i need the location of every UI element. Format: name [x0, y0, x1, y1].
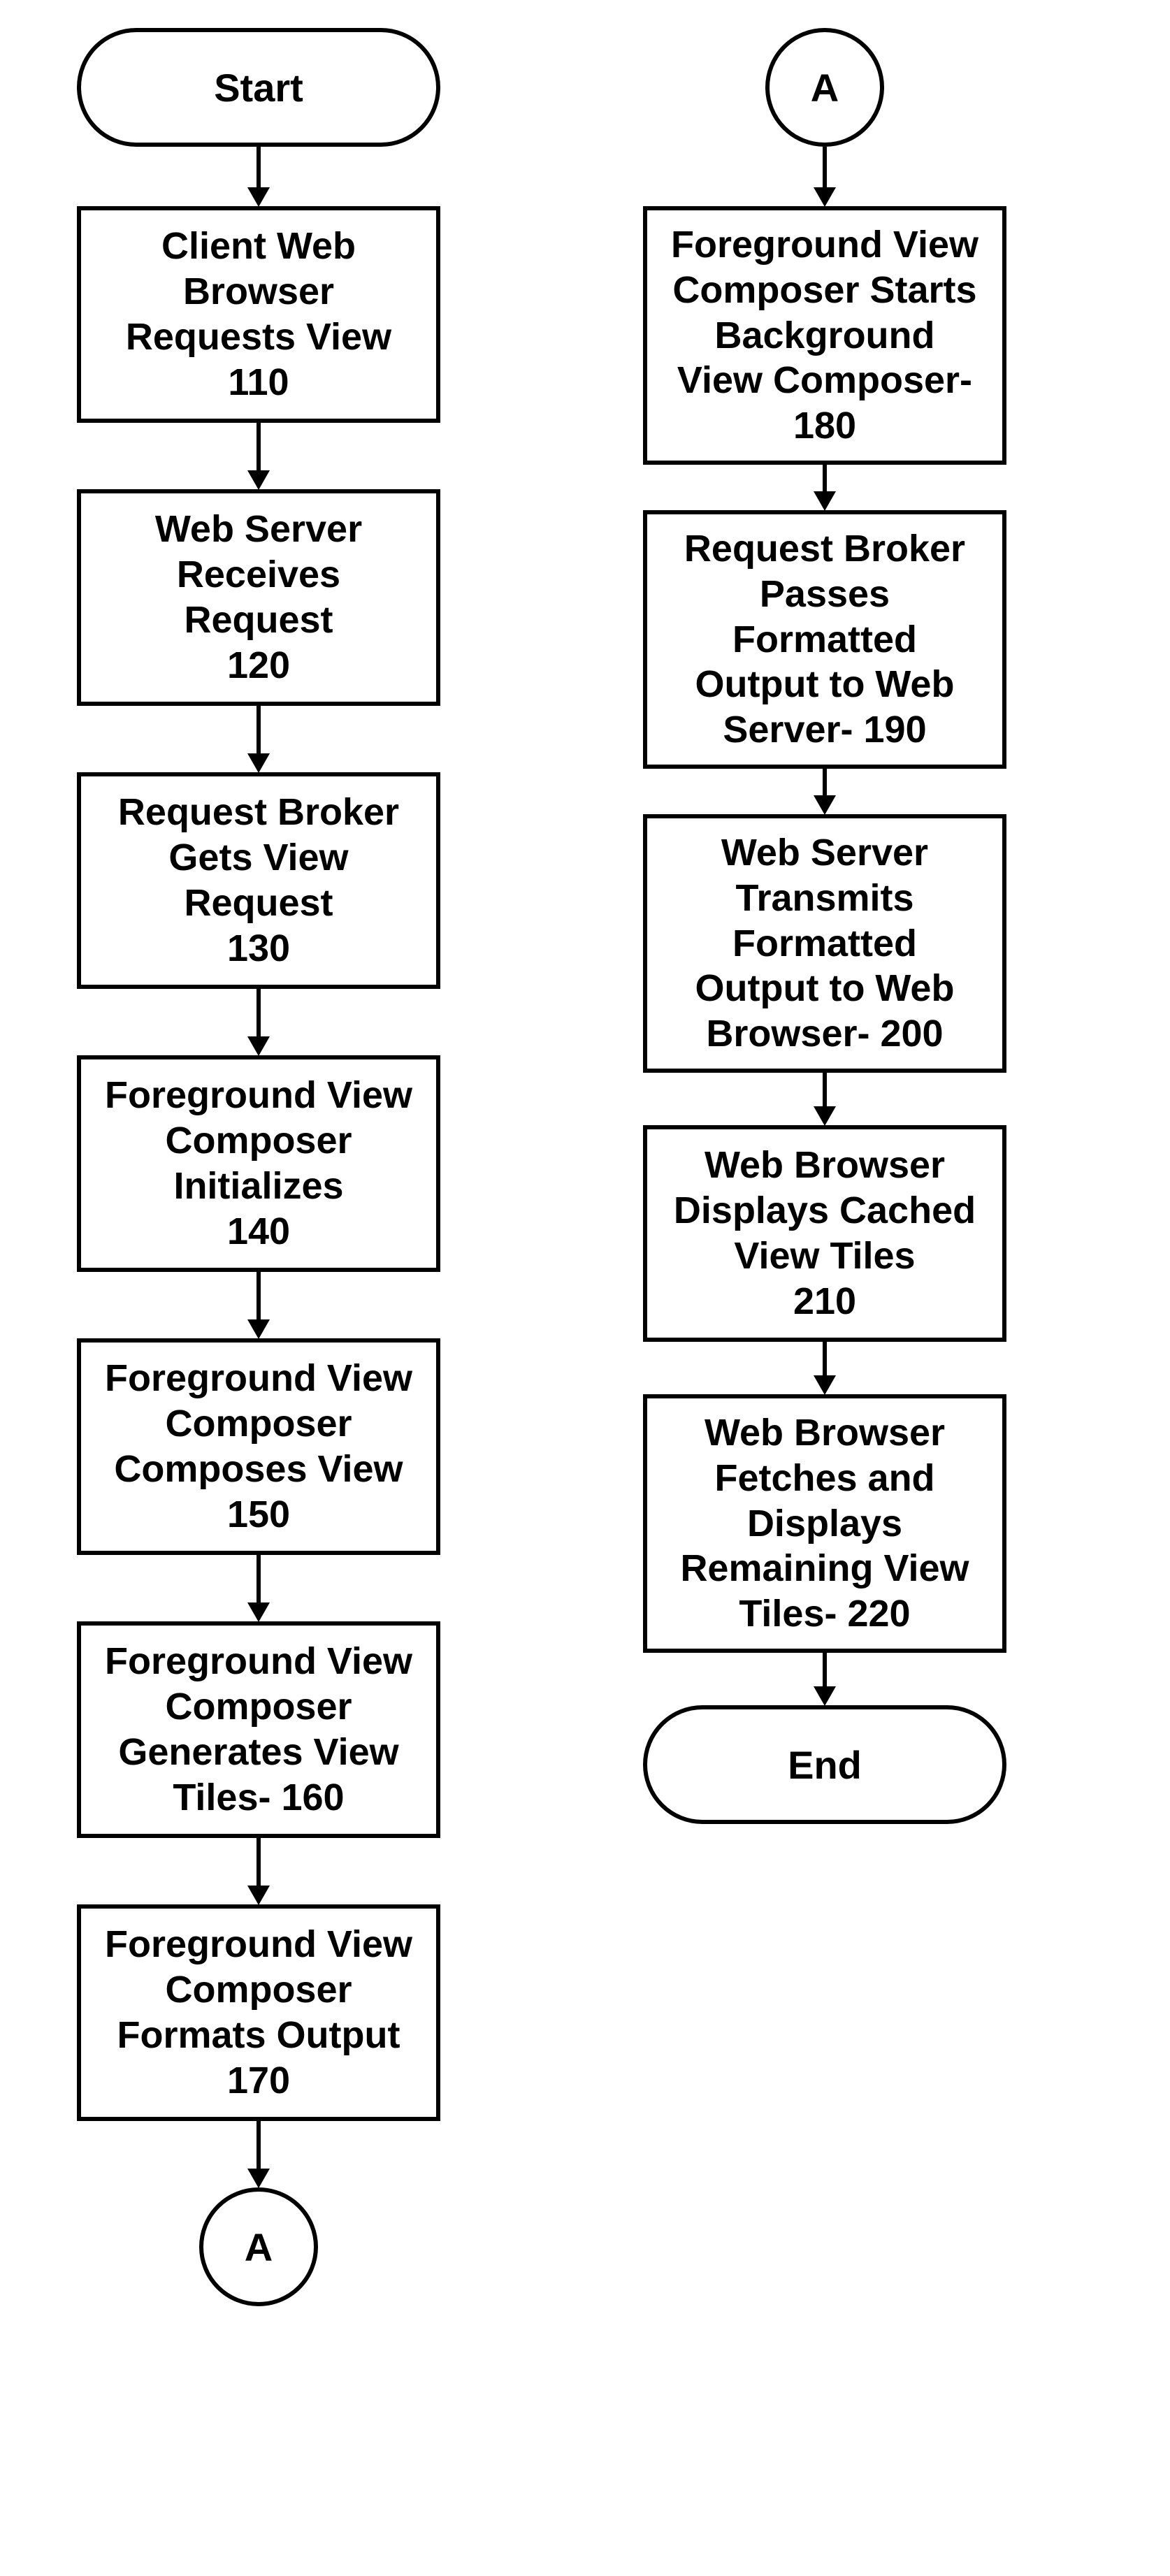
process-170: Foreground ViewComposerFormats Output170: [77, 1904, 440, 2121]
process-120-text: Web ServerReceivesRequest120: [155, 507, 362, 688]
arrow: [823, 465, 827, 493]
arrow: [257, 1555, 261, 1604]
process-160: Foreground ViewComposerGenerates ViewTil…: [77, 1621, 440, 1838]
process-190-text: Request BrokerPassesFormattedOutput to W…: [684, 526, 965, 753]
end-label: End: [788, 1742, 862, 1788]
connector-a-in: A: [765, 28, 884, 147]
process-130-text: Request BrokerGets ViewRequest130: [118, 790, 399, 971]
arrow-head: [247, 1602, 270, 1622]
arrow-head: [247, 1036, 270, 1056]
process-210: Web BrowserDisplays CachedView Tiles210: [643, 1125, 1006, 1342]
arrow: [823, 1342, 827, 1377]
process-220-text: Web BrowserFetches andDisplaysRemaining …: [680, 1410, 969, 1637]
arrow-head: [814, 795, 836, 815]
arrow-head: [814, 1375, 836, 1395]
arrow: [823, 147, 827, 189]
arrow: [823, 1073, 827, 1108]
arrow-head: [814, 1686, 836, 1706]
arrow: [823, 769, 827, 797]
process-120: Web ServerReceivesRequest120: [77, 489, 440, 706]
end-terminator: End: [643, 1705, 1006, 1824]
arrow: [823, 1653, 827, 1688]
arrow-head: [247, 470, 270, 490]
arrow-head: [814, 491, 836, 511]
arrow: [257, 1272, 261, 1321]
process-200: Web ServerTransmitsFormattedOutput to We…: [643, 814, 1006, 1073]
arrow-head: [247, 187, 270, 207]
process-110-text: Client WebBrowserRequests View110: [126, 224, 391, 405]
start-terminator: Start: [77, 28, 440, 147]
connector-a-out: A: [199, 2187, 318, 2306]
process-170-text: Foreground ViewComposerFormats Output170: [105, 1922, 412, 2103]
process-180-text: Foreground ViewComposer StartsBackground…: [671, 222, 978, 449]
arrow-head: [814, 187, 836, 207]
process-220: Web BrowserFetches andDisplaysRemaining …: [643, 1394, 1006, 1653]
arrow: [257, 1838, 261, 1887]
arrow-head: [247, 753, 270, 773]
arrow-head: [247, 2169, 270, 2188]
process-140: Foreground ViewComposerInitializes140: [77, 1055, 440, 1272]
process-200-text: Web ServerTransmitsFormattedOutput to We…: [695, 830, 955, 1057]
process-140-text: Foreground ViewComposerInitializes140: [105, 1073, 412, 1254]
arrow: [257, 706, 261, 755]
connector-a-label-2: A: [811, 65, 839, 110]
process-150: Foreground ViewComposerComposes View150: [77, 1338, 440, 1555]
arrow: [257, 2121, 261, 2170]
start-label: Start: [214, 65, 303, 110]
process-180: Foreground ViewComposer StartsBackground…: [643, 206, 1006, 465]
process-160-text: Foreground ViewComposerGenerates ViewTil…: [105, 1639, 412, 1820]
process-150-text: Foreground ViewComposerComposes View150: [105, 1356, 412, 1537]
arrow: [257, 147, 261, 189]
arrow-head: [814, 1106, 836, 1126]
arrow: [257, 423, 261, 472]
arrow-head: [247, 1319, 270, 1339]
arrow-head: [247, 1886, 270, 1905]
process-210-text: Web BrowserDisplays CachedView Tiles210: [674, 1143, 976, 1324]
process-130: Request BrokerGets ViewRequest130: [77, 772, 440, 989]
process-190: Request BrokerPassesFormattedOutput to W…: [643, 510, 1006, 769]
connector-a-label: A: [245, 2224, 273, 2270]
process-110: Client WebBrowserRequests View110: [77, 206, 440, 423]
arrow: [257, 989, 261, 1038]
